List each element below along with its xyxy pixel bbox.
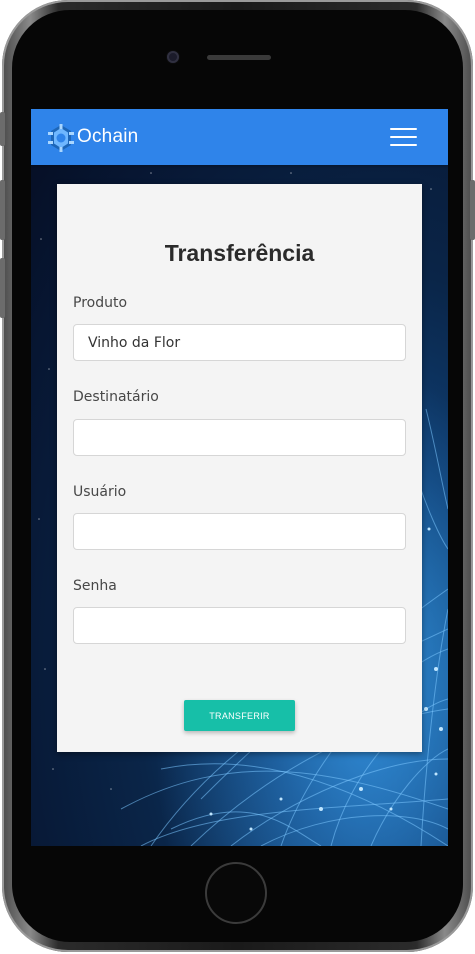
usuario-input[interactable] bbox=[73, 513, 406, 550]
transferir-button[interactable]: TRANSFERIR bbox=[184, 700, 295, 731]
form-title: Transferência bbox=[164, 240, 315, 266]
senha-label: Senha bbox=[73, 578, 117, 594]
produto-input[interactable] bbox=[73, 324, 406, 361]
destinatario-label: Destinatário bbox=[73, 389, 159, 405]
front-camera bbox=[167, 51, 179, 63]
produto-label: Produto bbox=[73, 295, 128, 311]
mute-switch bbox=[0, 112, 5, 146]
transfer-form-card: Transferência Produto Destinatário Usuár… bbox=[57, 184, 422, 752]
hamburger-menu-button[interactable] bbox=[390, 126, 418, 148]
brand-name[interactable]: Ochain bbox=[77, 126, 138, 148]
hamburger-icon-line-top bbox=[390, 128, 417, 130]
home-button[interactable] bbox=[205, 862, 267, 924]
volume-down-button bbox=[0, 258, 5, 318]
volume-up-button bbox=[0, 180, 5, 240]
top-navbar: Ochain bbox=[31, 109, 448, 165]
power-button bbox=[470, 180, 475, 240]
gear-logo-icon[interactable] bbox=[48, 124, 74, 152]
app-screen: Ochain Transferência Produto Destinatári… bbox=[31, 109, 448, 846]
senha-input[interactable] bbox=[73, 607, 406, 644]
hamburger-icon-line-bottom bbox=[390, 144, 417, 146]
destinatario-input[interactable] bbox=[73, 419, 406, 456]
usuario-label: Usuário bbox=[73, 484, 127, 500]
hamburger-icon-line-middle bbox=[390, 136, 417, 138]
earpiece-speaker bbox=[207, 55, 271, 60]
